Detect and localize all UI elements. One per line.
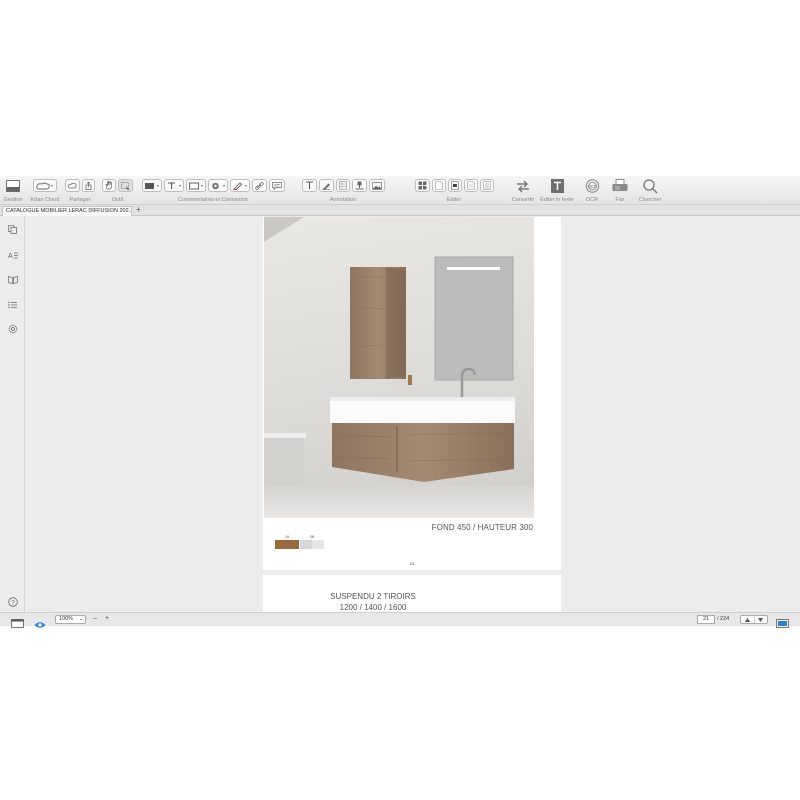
fax-icon[interactable] xyxy=(612,179,628,193)
reading-mode-eye-icon[interactable] xyxy=(34,616,46,634)
ocr-label: OCR xyxy=(585,197,599,203)
kdan-cloud-icon[interactable] xyxy=(33,179,57,192)
partager-label: Partager xyxy=(69,197,91,203)
settings-gear-icon[interactable] xyxy=(7,323,18,334)
edit-text-icon[interactable] xyxy=(549,179,565,193)
insert-page-icon[interactable] xyxy=(431,179,446,192)
convert-icon[interactable] xyxy=(515,179,531,193)
previous-page-icon[interactable] xyxy=(741,616,755,623)
chercher-group[interactable]: Chercher xyxy=(636,178,664,205)
gestion-icon[interactable] xyxy=(5,179,21,193)
document-page: FOND 450 / HAUTEUR 300 19 28 21 xyxy=(263,217,561,570)
product-caption: FOND 450 / HAUTEUR 300 xyxy=(431,523,533,532)
fax-label: Fax xyxy=(615,197,625,203)
total-pages: / 224 xyxy=(717,616,730,622)
share-icon[interactable] xyxy=(82,179,95,192)
product-sizes: 1200 / 1400 / 1600 xyxy=(339,603,407,612)
comment-tool-icon[interactable] xyxy=(268,179,285,192)
shape-tool-icon[interactable] xyxy=(185,179,206,192)
svg-text:OCR: OCR xyxy=(587,184,596,189)
split-page-icon[interactable] xyxy=(479,179,494,192)
extract-page-icon[interactable] xyxy=(447,179,462,192)
link-tool-icon[interactable] xyxy=(251,179,267,192)
image-insert-icon[interactable] xyxy=(368,179,385,192)
next-page-icon[interactable] xyxy=(755,616,768,623)
app-window: Gestion Kdan Cloud Partager Outil Commen… xyxy=(0,176,800,628)
zoom-in-button[interactable]: + xyxy=(105,615,109,622)
document-tab[interactable]: CATALOGUE MOBILIER LERAC DIFFUSION 202..… xyxy=(2,206,132,216)
zoom-out-button[interactable]: – xyxy=(93,615,97,622)
partager-group[interactable]: Partager xyxy=(62,179,98,205)
ocr-icon[interactable]: OCR xyxy=(584,179,600,193)
select-tool-icon[interactable] xyxy=(118,179,133,192)
editer-texte-group[interactable]: Éditer le texte xyxy=(538,179,576,205)
annotation-label: Annotation xyxy=(329,197,357,203)
color-swatches xyxy=(275,540,324,549)
pen-tool-icon[interactable] xyxy=(229,179,250,192)
annotations-panel-icon[interactable]: A xyxy=(7,249,18,260)
tab-bar: CATALOGUE MOBILIER LERAC DIFFUSION 202..… xyxy=(0,205,800,216)
form-field-icon[interactable] xyxy=(335,179,350,192)
status-bar: 100% ⌄ – + 21 / 224 xyxy=(0,612,800,628)
color-swatch xyxy=(300,540,324,549)
editer-texte-label: Éditer le texte xyxy=(540,197,574,203)
kdan-cloud-label: Kdan Cloud xyxy=(30,197,60,203)
product-title: SUSPENDU 2 TIROIRS xyxy=(330,592,416,601)
editer-label: Éditer xyxy=(446,197,462,203)
search-icon[interactable] xyxy=(642,178,658,194)
document-canvas[interactable]: FOND 450 / HAUTEUR 300 19 28 21 SUSPENDU… xyxy=(25,217,800,612)
page-number: 21 xyxy=(409,561,415,566)
outline-panel-icon[interactable] xyxy=(7,299,18,310)
convertir-group[interactable]: Convertir xyxy=(509,179,537,205)
highlight-tool-icon[interactable] xyxy=(141,179,162,192)
current-page-input[interactable]: 21 xyxy=(697,615,715,624)
cloud-share-icon[interactable] xyxy=(65,179,80,192)
left-sidebar: A ? xyxy=(0,217,25,612)
gestion-label: Gestion xyxy=(3,197,23,203)
hand-tool-icon[interactable] xyxy=(102,179,116,192)
add-tab-button[interactable]: + xyxy=(136,205,141,215)
bookmarks-panel-icon[interactable] xyxy=(7,274,18,285)
swatch-label: 19 xyxy=(285,535,289,539)
annotation-group[interactable]: Annotation xyxy=(290,179,396,205)
text-tool-icon[interactable] xyxy=(163,179,184,192)
convertir-label: Convertir xyxy=(511,197,535,203)
edit-pen-icon[interactable] xyxy=(318,179,334,192)
outil-group[interactable]: Outil xyxy=(100,179,135,205)
signature-icon[interactable] xyxy=(351,179,367,192)
document-page: SUSPENDU 2 TIROIRS 1200 / 1400 / 1600 xyxy=(263,575,561,612)
gestion-group[interactable]: Gestion xyxy=(2,179,24,205)
chercher-label: Chercher xyxy=(638,197,662,203)
editer-group[interactable]: Éditer xyxy=(400,179,508,205)
replace-page-icon[interactable] xyxy=(463,179,478,192)
chevron-down-icon: ⌄ xyxy=(78,616,83,622)
help-icon[interactable]: ? xyxy=(7,596,18,607)
fit-page-icon[interactable] xyxy=(776,615,789,633)
outil-label: Outil xyxy=(111,197,124,203)
text-box-icon[interactable] xyxy=(301,179,317,192)
page-nav-buttons xyxy=(740,615,768,624)
svg-text:A: A xyxy=(8,253,13,259)
thumbnails-icon[interactable] xyxy=(414,179,430,192)
fax-group[interactable]: Fax xyxy=(608,179,632,205)
svg-text:?: ? xyxy=(11,600,15,606)
color-swatch xyxy=(275,540,299,549)
commentaires-group[interactable]: Commentaires et Connexion xyxy=(138,179,288,205)
zoom-value: 100% xyxy=(59,616,74,622)
stamp-tool-icon[interactable] xyxy=(207,179,228,192)
pages-panel-icon[interactable] xyxy=(7,224,18,235)
single-page-view-icon[interactable] xyxy=(11,615,24,633)
zoom-select[interactable]: 100% ⌄ xyxy=(55,615,86,624)
bathroom-furniture-photo xyxy=(264,217,534,518)
kdan-cloud-group[interactable]: Kdan Cloud xyxy=(28,179,62,205)
commentaires-label: Commentaires et Connexion xyxy=(178,197,248,203)
swatch-label: 28 xyxy=(310,535,314,539)
ocr-group[interactable]: OCR OCR xyxy=(580,179,604,205)
toolbar: Gestion Kdan Cloud Partager Outil Commen… xyxy=(0,176,800,205)
